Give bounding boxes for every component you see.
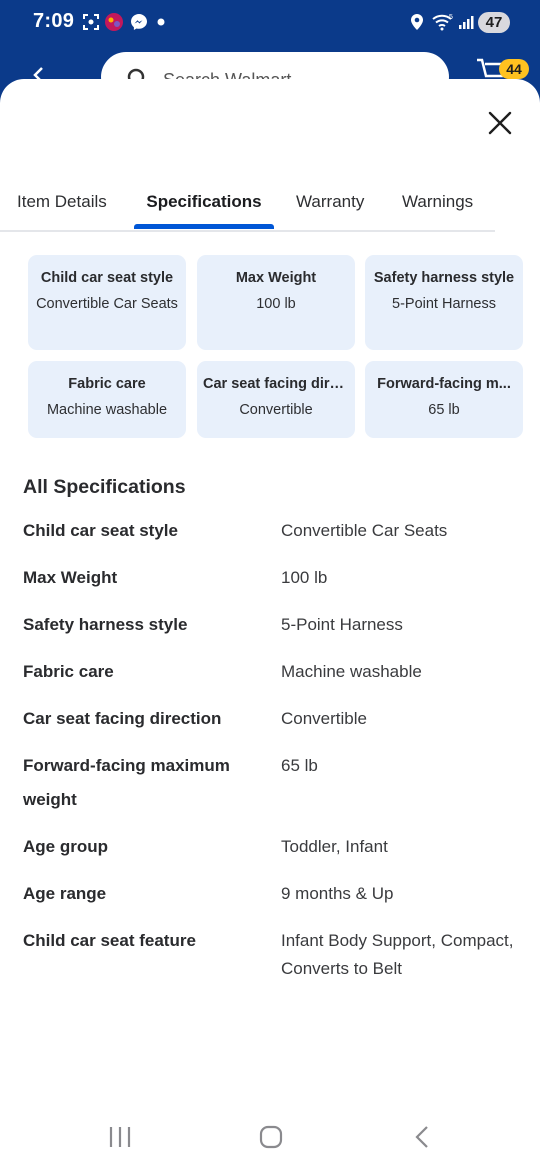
highlight-card-value: Convertible Car Seats [36,296,178,312]
back-button[interactable] [402,1122,442,1152]
highlight-card-value: 100 lb [256,296,296,312]
spec-label: Forward-facing maximum weight [23,756,230,809]
spec-value: 65 lb [281,756,318,775]
specifications-sheet: Item Details Specifications Warranty War… [0,79,540,1170]
more-notifications-dot-icon [156,12,166,32]
highlight-card-value: Machine washable [46,402,168,418]
spec-label: Child car seat feature [23,931,196,950]
status-time: 7:09 [33,10,75,32]
highlight-card-title: Max Weight [235,270,317,286]
spec-value: 9 months & Up [281,884,394,903]
highlight-card: Child car seat style Convertible Car Sea… [28,255,186,350]
highlight-card-title: Child car seat style [40,270,174,286]
cellular-signal-icon [457,12,475,32]
spec-value: 5-Point Harness [281,615,403,634]
back-icon [415,1126,428,1148]
location-icon [408,12,426,32]
spec-value: 100 lb [281,568,328,587]
highlight-card-value: 5-Point Harness [392,296,496,312]
spec-label: Age range [23,884,107,903]
spec-label: Child car seat style [23,521,178,540]
status-bar: 7:09 5 47 [0,0,540,44]
recent-apps-icon [109,1127,131,1147]
highlight-card-title: Safety harness style [373,270,515,286]
highlight-card: Forward-facing m... 65 lb [365,361,523,438]
close-button[interactable] [484,107,516,139]
cart-count-badge: 44 [499,59,529,79]
tab-item-details[interactable]: Item Details [17,187,111,232]
spec-value: Convertible [281,709,367,728]
highlight-card: Max Weight 100 lb [197,255,355,350]
spec-value: Convertible Car Seats [281,521,448,540]
active-tab-indicator [134,224,274,229]
highlight-card-title: Fabric care [68,376,146,392]
screenshot-notification-icon [81,12,101,32]
home-icon [259,1125,283,1149]
highlight-card: Safety harness style 5-Point Harness [365,255,523,350]
spec-value: Toddler, Infant [281,837,388,856]
highlight-card: Car seat facing dire... Convertible [197,361,355,438]
spec-label: Max Weight [23,568,118,587]
close-icon [488,111,512,135]
svg-text:5: 5 [449,14,453,21]
spec-label: Age group [23,837,108,856]
spec-label: Safety harness style [23,615,188,634]
home-button[interactable] [251,1122,291,1152]
highlight-card-value: 65 lb [428,402,460,418]
spec-value: Machine washable [281,662,422,681]
tab-warranty[interactable]: Warranty [296,187,368,232]
system-navigation-bar [0,1104,540,1170]
recent-apps-button[interactable] [100,1122,140,1152]
all-specifications-heading: All Specifications [23,476,186,498]
highlight-card-title: Forward-facing m... [377,376,511,392]
highlight-card: Fabric care Machine washable [28,361,186,438]
spec-label: Car seat facing direction [23,709,222,728]
app-notification-icon [104,12,124,32]
highlight-card-value: Convertible [239,402,313,418]
spec-label: Fabric care [23,662,114,681]
messenger-icon [129,12,149,32]
spec-value: Infant Body Support, Compact, Converts t… [281,931,514,978]
battery-indicator: 47 [478,12,510,33]
tabs-divider [0,230,495,232]
wifi-icon: 5 [432,12,454,32]
highlight-card-title: Car seat facing dire... [203,376,349,392]
tab-warnings[interactable]: Warnings [402,187,478,232]
